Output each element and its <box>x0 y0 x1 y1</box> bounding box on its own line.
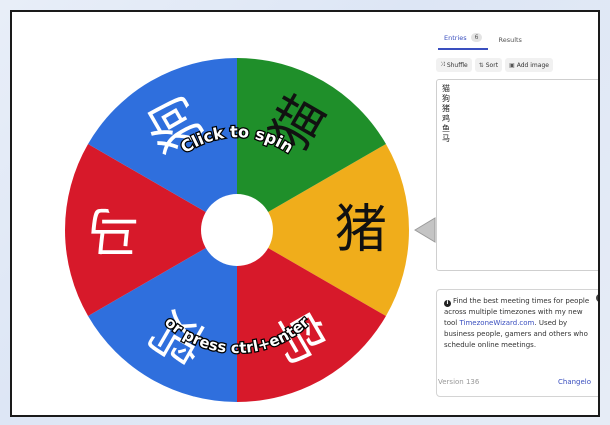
changelog-link[interactable]: Changelo <box>558 378 591 386</box>
timezonewizard-link[interactable]: TimezoneWizard.com <box>459 319 534 327</box>
tab-entries[interactable]: Entries 6 <box>438 28 489 50</box>
side-panel: Entries 6 Results ⤨ Shuffle ⇅ Sort ▣ Add… <box>430 24 598 409</box>
wheel-center-hole <box>201 194 273 266</box>
shuffle-icon: ⤨ <box>440 61 445 68</box>
info-icon: i <box>444 300 451 307</box>
tab-results[interactable]: Results <box>492 31 527 50</box>
wheel-segment-label: 猪 <box>335 200 387 260</box>
sort-button[interactable]: ⇅ Sort <box>474 58 503 72</box>
close-icon[interactable]: × <box>596 294 598 302</box>
panel-tabs: Entries 6 Results <box>430 24 598 50</box>
entries-textarea[interactable]: 猫 狗 猪 鸡 鱼 马 <box>436 79 598 271</box>
entry-line: 鸡 <box>442 114 450 123</box>
entry-line: 猪 <box>442 104 450 113</box>
tab-results-label: Results <box>498 36 522 44</box>
tab-entries-label: Entries <box>444 33 467 42</box>
entry-line: 鱼 <box>442 124 450 133</box>
entry-line: 狗 <box>442 94 450 103</box>
app-window: 猪鸟鸡马狗猫 Click to spin or press ctrl+enter E… <box>10 10 600 417</box>
spin-wheel[interactable]: 猪鸟鸡马狗 猫Click to spinor press ctrl+enter <box>12 12 437 417</box>
image-icon: ▣ <box>509 61 515 69</box>
entries-count-badge: 6 <box>470 33 483 42</box>
shuffle-label: Shuffle <box>446 61 468 69</box>
sort-label: Sort <box>485 61 499 69</box>
wheel-segment-label: 马 <box>87 200 139 260</box>
entry-line: 猫 <box>442 84 450 93</box>
entry-line: 马 <box>442 134 450 143</box>
entries-toolbar: ⤨ Shuffle ⇅ Sort ▣ Add image <box>430 50 598 76</box>
add-image-button[interactable]: ▣ Add image <box>505 58 553 72</box>
version-label: Version 136 <box>438 378 480 386</box>
sort-icon: ⇅ <box>478 61 484 69</box>
add-image-label: Add image <box>516 61 549 69</box>
shuffle-button[interactable]: ⤨ Shuffle <box>436 58 472 72</box>
footer-row: Version 136 Changelo <box>438 378 598 386</box>
wheel-area: 猪鸟鸡马狗猫 Click to spin or press ctrl+enter <box>12 12 437 417</box>
